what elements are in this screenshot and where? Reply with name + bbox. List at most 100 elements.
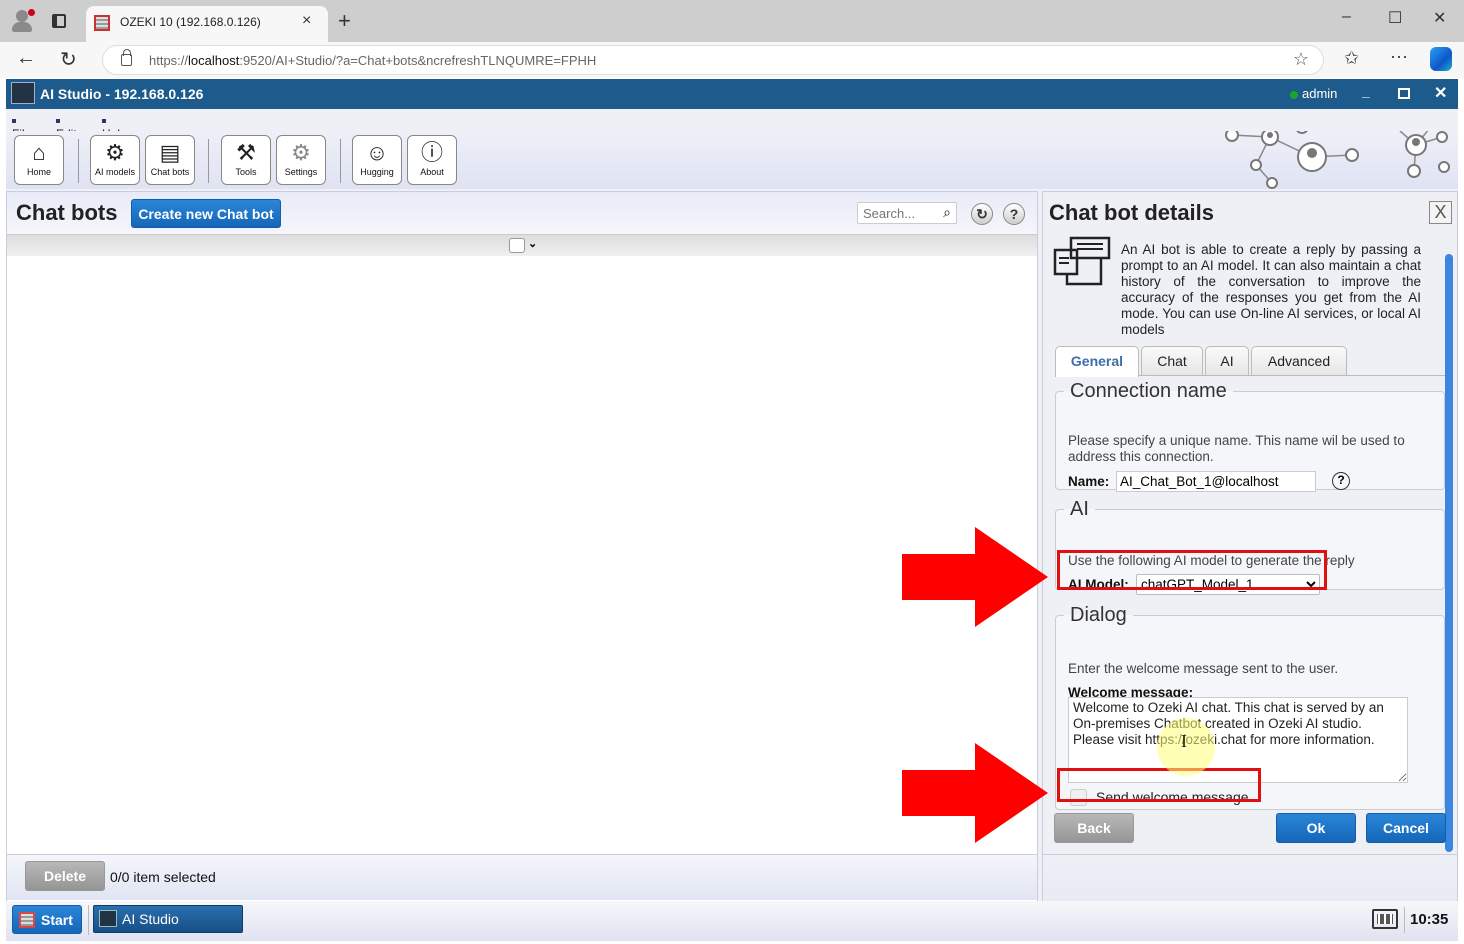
ok-button[interactable]: Ok: [1276, 813, 1356, 843]
address-bar[interactable]: https://localhost:9520/AI+Studio/?a=Chat…: [102, 45, 1324, 75]
ai-studio-logo-icon: [11, 82, 35, 104]
taskbar-ai-studio[interactable]: AI Studio: [93, 905, 243, 933]
create-new-chat-bot-button[interactable]: Create new Chat bot: [131, 199, 281, 228]
window-maximize-button[interactable]: ☐: [1388, 8, 1402, 28]
app-title: AI Studio - 192.168.0.126: [40, 86, 204, 102]
network-graphic-icon: [1225, 131, 1450, 189]
start-grid-icon: [19, 912, 35, 928]
ai-studio-window: AI Studio - 192.168.0.126 admin _ ✕ File…: [6, 79, 1458, 941]
toolbar-home-button[interactable]: ⌂ Home: [14, 135, 64, 185]
window-close-button[interactable]: ✕: [1433, 8, 1446, 28]
details-scrollbar[interactable]: [1445, 254, 1453, 852]
browser-tab-title: OZEKI 10 (192.168.0.126): [120, 15, 261, 29]
toolbar-divider: [340, 139, 341, 183]
ozeki-favicon-icon: [94, 15, 110, 31]
info-icon: ⓘ: [420, 140, 443, 165]
settings-gear-icon: ⚙: [291, 140, 311, 165]
favorites-icon[interactable]: ✩: [1344, 48, 1359, 69]
hugging-face-icon: ☺: [365, 140, 389, 165]
app-maximize-button[interactable]: [1398, 88, 1410, 99]
cancel-button[interactable]: Cancel: [1366, 813, 1446, 843]
online-status-icon: [1290, 91, 1298, 99]
selection-status: 0/0 item selected: [110, 869, 216, 885]
ai-model-highlight: [1057, 550, 1327, 590]
app-minimize-button[interactable]: _: [1362, 83, 1370, 99]
close-tab-icon[interactable]: ×: [302, 12, 311, 30]
ozeki-taskbar: Start AI Studio 10:35: [6, 901, 1458, 941]
dialog-legend: Dialog: [1070, 604, 1127, 626]
toolbar-settings-button[interactable]: ⚙ Settings: [276, 135, 326, 185]
reload-icon[interactable]: ↻: [60, 47, 77, 72]
app-close-button[interactable]: ✕: [1434, 83, 1447, 103]
help-icon[interactable]: ?: [1003, 203, 1025, 225]
refresh-icon[interactable]: ↻: [971, 203, 993, 225]
search-icon[interactable]: ⌕: [943, 204, 951, 221]
chat-bots-list-pane: Chat bots Create new Chat bot ⌕ ↻ ? ⌄ De…: [6, 191, 1038, 941]
ai-models-icon: ⚙: [105, 140, 125, 165]
text-cursor-icon: I: [1181, 731, 1187, 751]
browser-toolbar: ← ↻ https://localhost:9520/AI+Studio/?a=…: [0, 42, 1464, 78]
tab-ai[interactable]: AI: [1205, 346, 1249, 375]
list-pane-header: Chat bots Create new Chat bot ⌕ ↻ ?: [7, 192, 1037, 234]
copilot-icon[interactable]: [1430, 47, 1452, 71]
toolbar-ai-models-button[interactable]: ⚙ AI models: [90, 135, 140, 185]
app-titlebar: AI Studio - 192.168.0.126 admin _ ✕: [6, 79, 1458, 109]
toolbar-about-button[interactable]: ⓘ About: [407, 135, 457, 185]
chat-bots-icon: ▤: [159, 140, 181, 165]
close-details-button[interactable]: X: [1429, 201, 1452, 224]
chat-bot-icon: [1053, 236, 1111, 286]
tab-advanced[interactable]: Advanced: [1251, 346, 1347, 375]
url-text[interactable]: https://localhost:9520/AI+Studio/?a=Chat…: [149, 53, 596, 68]
search-box[interactable]: ⌕: [857, 202, 957, 224]
more-menu-icon[interactable]: ···: [1390, 46, 1408, 67]
connection-name-group: Connection name Please specify a unique …: [1055, 380, 1445, 492]
select-all-checkbox[interactable]: [509, 238, 525, 253]
toolbar-divider: [78, 139, 79, 183]
back-arrow-icon[interactable]: ←: [16, 47, 36, 70]
toolbar-tools-button[interactable]: ⚒ Tools: [221, 135, 271, 185]
chat-bot-description: An AI bot is able to create a reply by p…: [1121, 242, 1421, 337]
details-tabs: General Chat AI Advanced: [1055, 346, 1445, 377]
monitor-icon[interactable]: [1372, 909, 1398, 929]
connection-name-description: Please specify a unique name. This name …: [1068, 433, 1405, 464]
name-input[interactable]: [1116, 471, 1316, 492]
dialog-description: Enter the welcome message sent to the us…: [1068, 661, 1339, 676]
red-arrow-send-welcome: [902, 743, 1048, 843]
profile-icon[interactable]: [12, 9, 35, 32]
lock-icon[interactable]: [121, 49, 132, 66]
browser-tab-strip: OZEKI 10 (192.168.0.126) × + – ☐ ✕: [0, 0, 1464, 42]
back-button[interactable]: Back: [1054, 813, 1134, 843]
list-pane-footer: Delete 0/0 item selected: [7, 854, 1037, 900]
tray-divider: [1404, 907, 1405, 933]
toolbar-chat-bots-button[interactable]: ▤ Chat bots: [145, 135, 195, 185]
red-arrow-ai-model: [902, 527, 1048, 627]
list-header: ⌄: [7, 234, 1037, 256]
page-title: Chat bots: [16, 200, 118, 225]
browser-tab[interactable]: OZEKI 10 (192.168.0.126) ×: [86, 6, 328, 42]
chevron-down-icon[interactable]: ⌄: [528, 237, 537, 250]
clock: 10:35: [1410, 911, 1449, 928]
send-welcome-highlight: [1057, 768, 1261, 802]
ai-studio-mini-icon: [99, 910, 117, 927]
tab-general[interactable]: General: [1055, 346, 1139, 377]
app-toolbar: ⌂ Home ⚙ AI models ▤ Chat bots ⚒ Tools ⚙…: [6, 131, 1458, 189]
taskbar-divider: [88, 905, 89, 935]
delete-button[interactable]: Delete: [25, 861, 105, 891]
search-input[interactable]: [858, 203, 938, 223]
toolbar-hugging-button[interactable]: ☺ Hugging: [352, 135, 402, 185]
user-name[interactable]: admin: [1302, 86, 1337, 101]
tab-chat[interactable]: Chat: [1141, 346, 1203, 375]
bookmark-star-icon[interactable]: ☆: [1293, 49, 1309, 70]
name-help-icon[interactable]: ?: [1332, 472, 1350, 490]
details-body: An AI bot is able to create a reply by p…: [1043, 234, 1445, 854]
start-button[interactable]: Start: [12, 905, 82, 934]
new-tab-button[interactable]: +: [338, 8, 351, 34]
tab-actions-icon[interactable]: [52, 14, 66, 28]
tools-icon: ⚒: [236, 140, 256, 165]
ai-legend: AI: [1070, 498, 1089, 520]
chat-bot-details-pane: Chat bot details X An AI bot is able to …: [1042, 191, 1458, 941]
window-minimize-button[interactable]: –: [1342, 8, 1351, 26]
connection-name-legend: Connection name: [1070, 380, 1227, 402]
home-icon: ⌂: [32, 140, 46, 165]
name-label: Name:: [1068, 474, 1110, 489]
